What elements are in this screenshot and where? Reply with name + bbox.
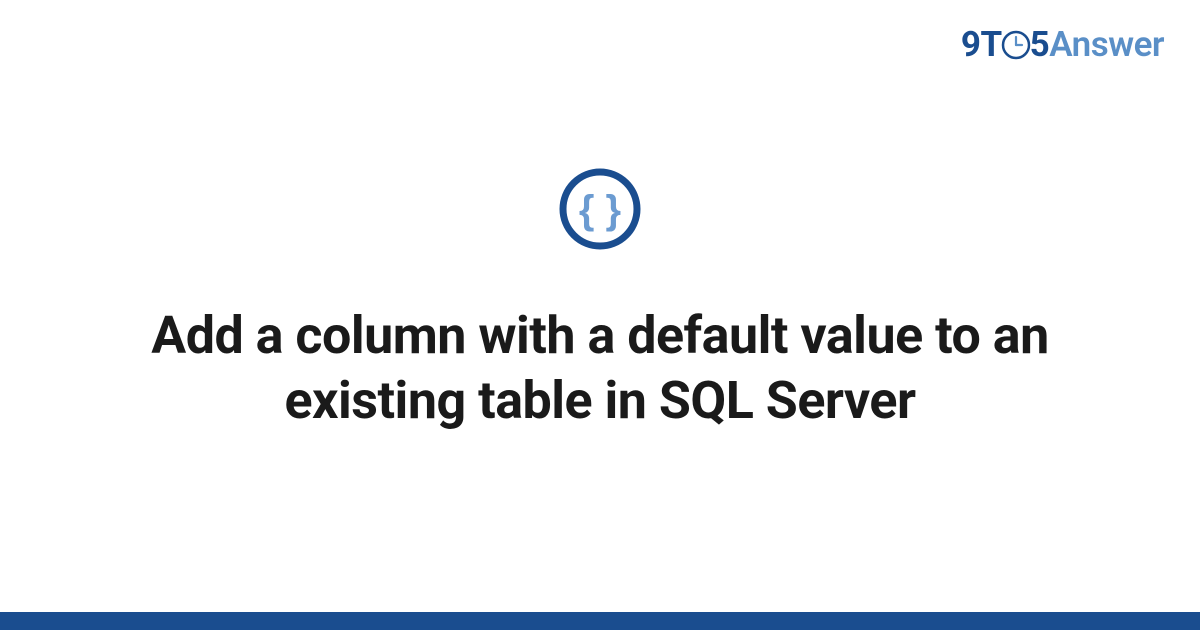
curly-braces-icon: { } [558,167,642,255]
bottom-accent-bar [0,612,1200,630]
page-title: Add a column with a default value to an … [60,303,1140,433]
svg-text:{ }: { } [579,188,621,232]
main-content: { } Add a column with a default value to… [0,0,1200,630]
